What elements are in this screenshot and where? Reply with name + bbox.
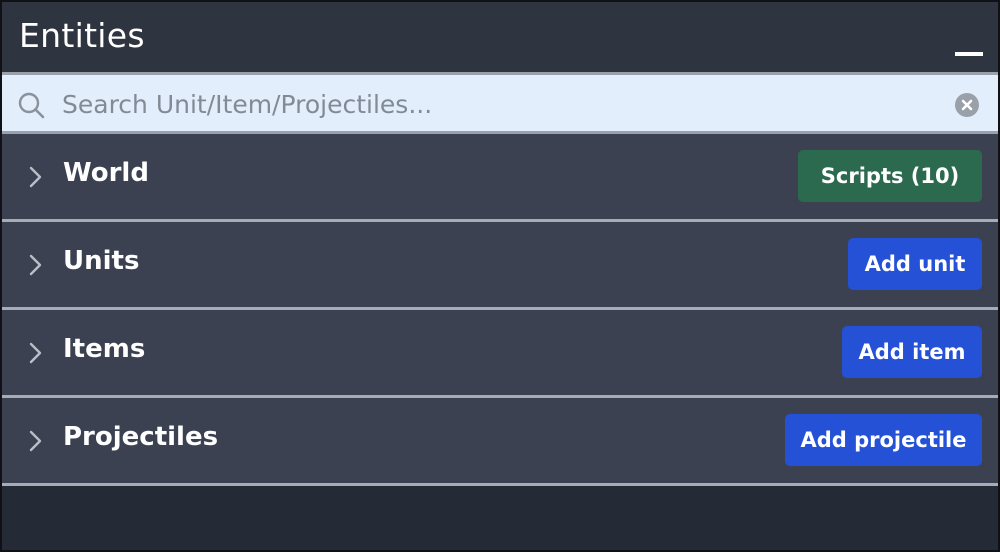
- section-items[interactable]: Items Add item: [2, 310, 998, 398]
- section-label: Units: [63, 246, 140, 276]
- scripts-button[interactable]: Scripts (10): [798, 150, 982, 202]
- chevron-right-icon[interactable]: [26, 164, 46, 190]
- section-world[interactable]: World Scripts (10): [2, 134, 998, 222]
- chevron-right-icon[interactable]: [26, 340, 46, 366]
- section-units[interactable]: Units Add unit: [2, 222, 998, 310]
- section-label: World: [63, 158, 149, 188]
- section-label: Items: [63, 334, 146, 364]
- add-unit-button[interactable]: Add unit: [848, 238, 982, 290]
- search-input[interactable]: [62, 83, 932, 125]
- panel-title: Entities: [19, 16, 145, 55]
- add-item-button[interactable]: Add item: [842, 326, 982, 378]
- minimize-icon[interactable]: [953, 36, 987, 60]
- chevron-right-icon[interactable]: [26, 428, 46, 454]
- search-bar: [2, 72, 998, 134]
- chevron-right-icon[interactable]: [26, 252, 46, 278]
- add-projectile-button[interactable]: Add projectile: [785, 414, 982, 466]
- search-icon: [18, 92, 45, 119]
- entities-panel: Entities World Scripts (10) Units Add un…: [0, 0, 1000, 552]
- panel-header: Entities: [2, 2, 998, 72]
- clear-icon[interactable]: [954, 92, 980, 118]
- section-projectiles[interactable]: Projectiles Add projectile: [2, 398, 998, 486]
- section-label: Projectiles: [63, 422, 219, 452]
